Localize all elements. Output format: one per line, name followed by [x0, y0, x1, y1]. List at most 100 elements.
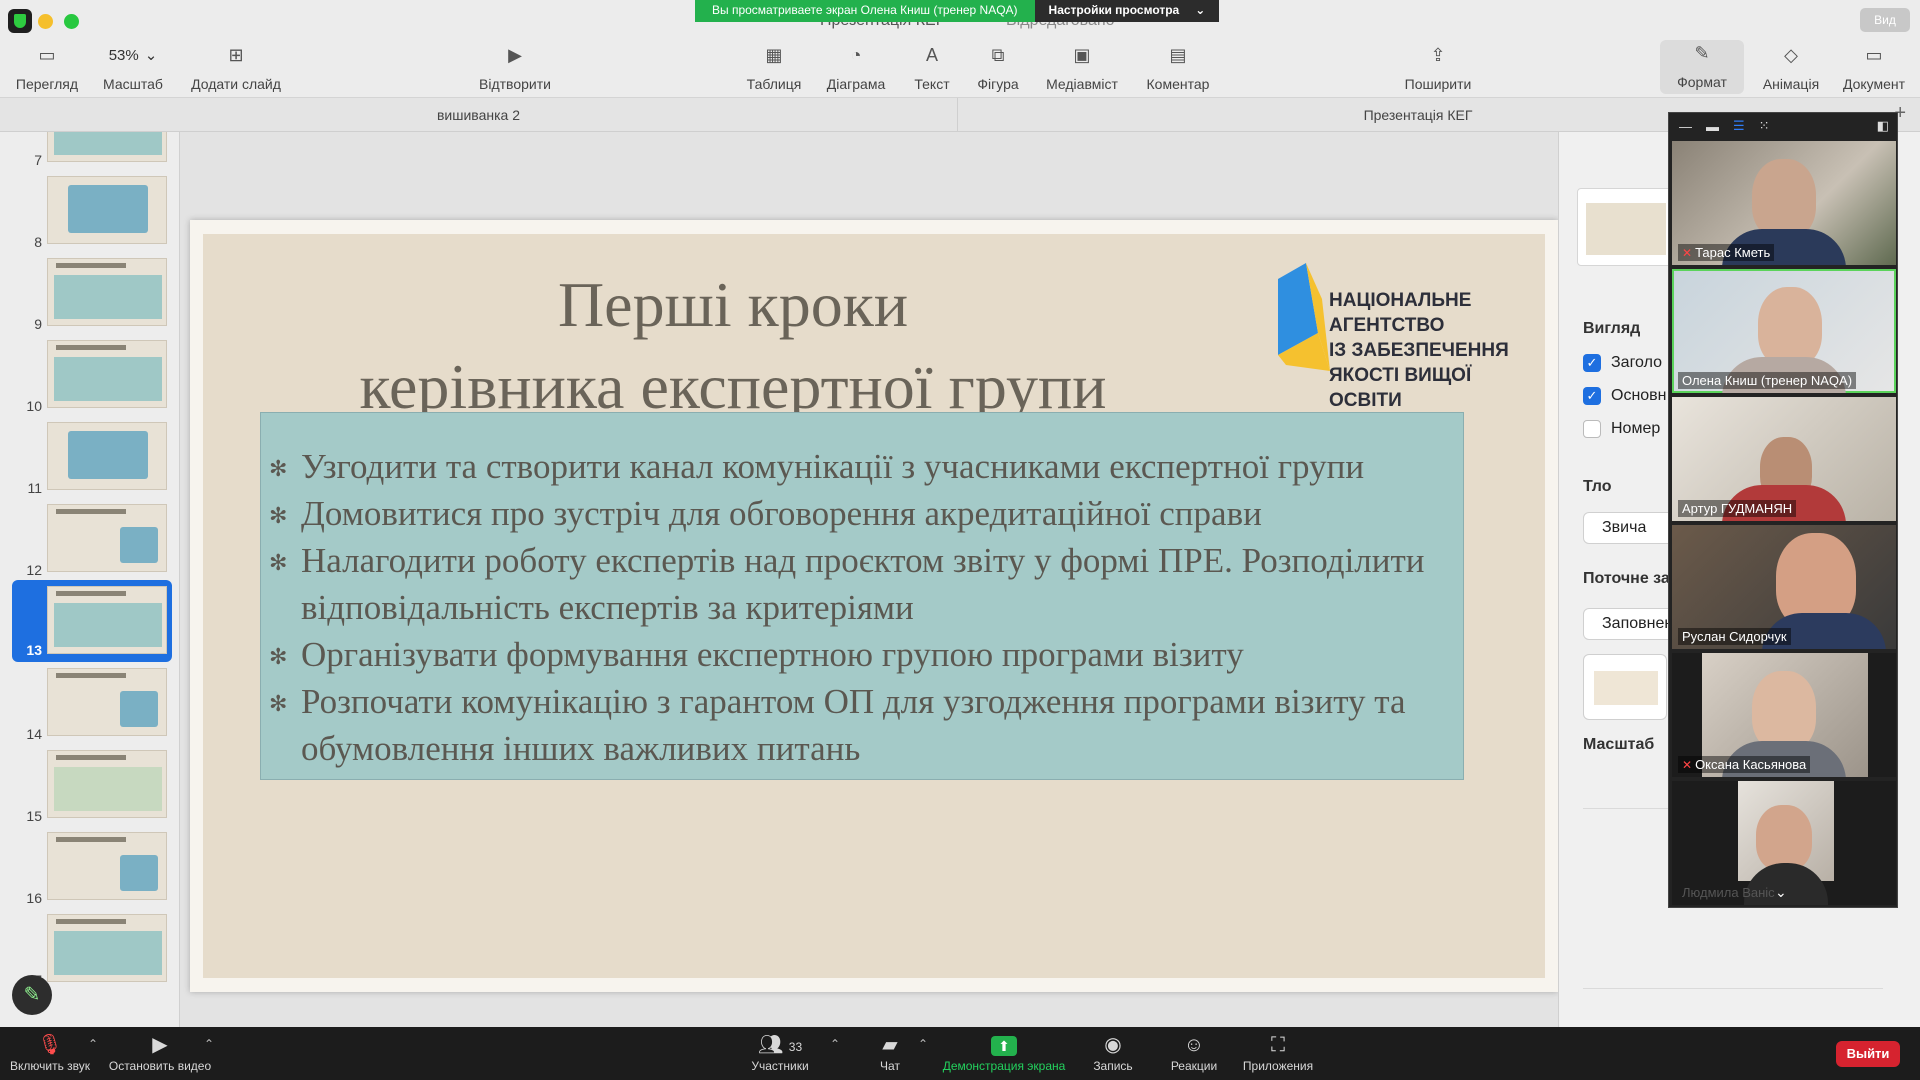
- media-button[interactable]: ▣ Медіавміст: [1036, 42, 1128, 93]
- participant-tile[interactable]: ✕ Тарас Кметь: [1672, 141, 1896, 265]
- view-menu-button[interactable]: Вид: [1860, 8, 1910, 32]
- smiley-icon: ☺: [1183, 1034, 1205, 1056]
- play-icon: ▶: [508, 44, 522, 65]
- scale-heading: Масштаб: [1583, 736, 1655, 753]
- record-icon: ◉: [1104, 1034, 1122, 1056]
- zoom-toolbar-button[interactable]: 53% ⌄ Масштаб: [90, 42, 176, 93]
- slide-thumbnail[interactable]: 8: [12, 176, 172, 250]
- format-button[interactable]: ✎ Формат: [1660, 40, 1744, 94]
- video-camera-icon: ▶︎: [152, 1034, 168, 1056]
- title-checkbox[interactable]: ✓ Заголо: [1583, 354, 1662, 372]
- add-slide-button[interactable]: ⊞ Додати слайд: [184, 42, 288, 93]
- people-icon: 👥︎: [757, 1034, 784, 1056]
- annotate-pen-icon[interactable]: ✎: [12, 975, 52, 1015]
- participant-tile[interactable]: Руслан Сидорчук: [1672, 525, 1896, 649]
- slide-thumbnail[interactable]: 10: [12, 340, 172, 414]
- play-button[interactable]: ▶ Відтворити: [470, 42, 560, 93]
- slide-thumbnail[interactable]: 12: [12, 504, 172, 578]
- gallery-view-controls: — ▬ ☰ ⁙ ◧: [1669, 113, 1897, 139]
- bullet-item: ✻ Домовитися про зустріч для обговорення …: [269, 490, 1459, 537]
- tab-vyshyvanka[interactable]: вишиванка 2: [0, 98, 958, 132]
- slide-title[interactable]: Перші кроки керівника експертної групи: [333, 264, 1133, 428]
- background-swatch[interactable]: [1583, 654, 1667, 720]
- background-heading: Тло: [1583, 478, 1612, 495]
- minimize-window-button[interactable]: [38, 14, 53, 29]
- document-button[interactable]: ▭ Документ: [1834, 42, 1914, 93]
- participant-tile[interactable]: ✕ Оксана Касьянова: [1672, 653, 1896, 777]
- chevron-up-icon[interactable]: ⌃: [918, 1037, 928, 1051]
- slide-thumbnail-image: [47, 914, 167, 982]
- chart-button[interactable]: ◔ Діаграма: [818, 42, 894, 93]
- apps-button[interactable]: ⛶ Приложения: [1240, 1033, 1316, 1073]
- zoom-select[interactable]: 53% ⌄: [101, 42, 166, 68]
- minimize-panel-icon[interactable]: —: [1679, 119, 1692, 134]
- asterisk-bullet-icon: ✻: [269, 691, 288, 716]
- stop-video-button[interactable]: ▶︎ Остановить видео ⌃: [106, 1033, 214, 1073]
- share-button[interactable]: ⇪ Поширити: [1396, 42, 1480, 93]
- body-checkbox[interactable]: ✓ Основн: [1583, 387, 1667, 405]
- slide-thumbnail-image: [47, 258, 167, 326]
- leave-meeting-button[interactable]: Выйти: [1836, 1041, 1900, 1067]
- slide-thumbnail[interactable]: 7: [12, 132, 172, 168]
- comment-icon: ▤: [1169, 44, 1187, 65]
- slide-content-box[interactable]: ✻ Узгодити та створити канал комунікації …: [260, 412, 1464, 780]
- sidebar-icon: ▭: [38, 44, 56, 65]
- muted-mic-icon: ✕: [1682, 245, 1693, 260]
- asterisk-bullet-icon: ✻: [269, 456, 288, 481]
- divider: [1583, 988, 1883, 989]
- strip-view-icon[interactable]: ☰: [1733, 118, 1745, 134]
- slide-thumbnail-image: [47, 504, 167, 572]
- text-button[interactable]: A Текст: [904, 42, 960, 93]
- slide-thumbnail[interactable]: 16: [12, 832, 172, 906]
- comment-button[interactable]: ▤ Коментар: [1138, 42, 1218, 93]
- participant-tile[interactable]: Артур ГУДМАНЯН: [1672, 397, 1896, 521]
- gallery-view-icon[interactable]: ⁙: [1759, 118, 1770, 134]
- shape-button[interactable]: ⧉ Фігура: [968, 42, 1028, 93]
- slide-thumbnail-image: [47, 422, 167, 490]
- slide-thumbnail-image: [47, 586, 167, 654]
- slide-thumbnail[interactable]: 11: [12, 422, 172, 496]
- chevron-up-icon[interactable]: ⌃: [88, 1037, 98, 1051]
- slide-number-checkbox[interactable]: Номер: [1583, 420, 1660, 438]
- checkmark-icon: ✓: [1583, 387, 1601, 405]
- slide-thumbnail-image: [47, 832, 167, 900]
- slide-thumbnail[interactable]: 14: [12, 668, 172, 742]
- slide-thumbnail[interactable]: 9: [12, 258, 172, 332]
- chevron-down-icon: ⌄: [144, 47, 158, 64]
- popout-icon[interactable]: ◧: [1877, 118, 1889, 134]
- maximize-window-button[interactable]: [64, 14, 79, 29]
- chevron-down-icon[interactable]: ⌄: [1775, 884, 1787, 901]
- participant-tile-active-speaker[interactable]: Олена Книш (тренер NAQA): [1672, 269, 1896, 393]
- animate-diamond-icon: ◇: [1784, 44, 1798, 65]
- reactions-button[interactable]: ☺ Реакции: [1168, 1033, 1220, 1073]
- chevron-up-icon[interactable]: ⌃: [204, 1037, 214, 1051]
- table-button[interactable]: ▦ Таблиця: [740, 42, 808, 93]
- view-options-button[interactable]: Настройки просмотра ⌄: [1034, 0, 1220, 22]
- asterisk-bullet-icon: ✻: [269, 644, 288, 669]
- slide-thumbnail-image: [47, 132, 167, 162]
- slide-thumbnail-selected[interactable]: 13: [12, 580, 172, 662]
- video-participants-panel: — ▬ ☰ ⁙ ◧ ✕ Тарас Кметь Олена Книш (трене…: [1668, 112, 1898, 908]
- slide-thumbnail-image: [47, 176, 167, 244]
- paintbrush-icon: ✎: [1694, 42, 1710, 63]
- text-box-icon: A: [925, 44, 938, 65]
- current-slide[interactable]: Перші кроки керівника експертної групи Н…: [190, 220, 1558, 992]
- animate-button[interactable]: ◇ Анімація: [1752, 42, 1830, 93]
- slide-navigator[interactable]: 7 8 9 10 11 12 13 14 15 16 17 ✎: [0, 132, 180, 1027]
- participants-button[interactable]: 👥︎ 33 Участники ⌃: [748, 1033, 840, 1073]
- chevron-up-icon[interactable]: ⌃: [830, 1037, 840, 1051]
- appearance-heading: Вигляд: [1583, 320, 1641, 337]
- unmute-button[interactable]: 🎙︎ Включить звук ⌃: [8, 1033, 98, 1073]
- slide-thumbnail[interactable]: 15: [12, 750, 172, 824]
- share-screen-button[interactable]: ⬆ Демонстрация экрана: [940, 1033, 1068, 1073]
- current-fill-heading: Поточне за: [1583, 570, 1670, 587]
- document-tabs: вишиванка 2 Презентація КЕГ +: [0, 98, 1920, 132]
- view-toolbar-button[interactable]: ▭ Перегляд: [12, 42, 82, 93]
- bullet-list: ✻ Узгодити та створити канал комунікації …: [269, 443, 1459, 772]
- slide-canvas[interactable]: Перші кроки керівника експертної групи Н…: [180, 132, 1558, 1027]
- zoom-security-shield-icon[interactable]: [8, 9, 32, 33]
- asterisk-bullet-icon: ✻: [269, 503, 288, 528]
- chat-button[interactable]: ▰ Чат ⌃: [872, 1033, 928, 1073]
- speaker-view-icon[interactable]: ▬: [1706, 119, 1719, 134]
- record-button[interactable]: ◉ Запись: [1088, 1033, 1138, 1073]
